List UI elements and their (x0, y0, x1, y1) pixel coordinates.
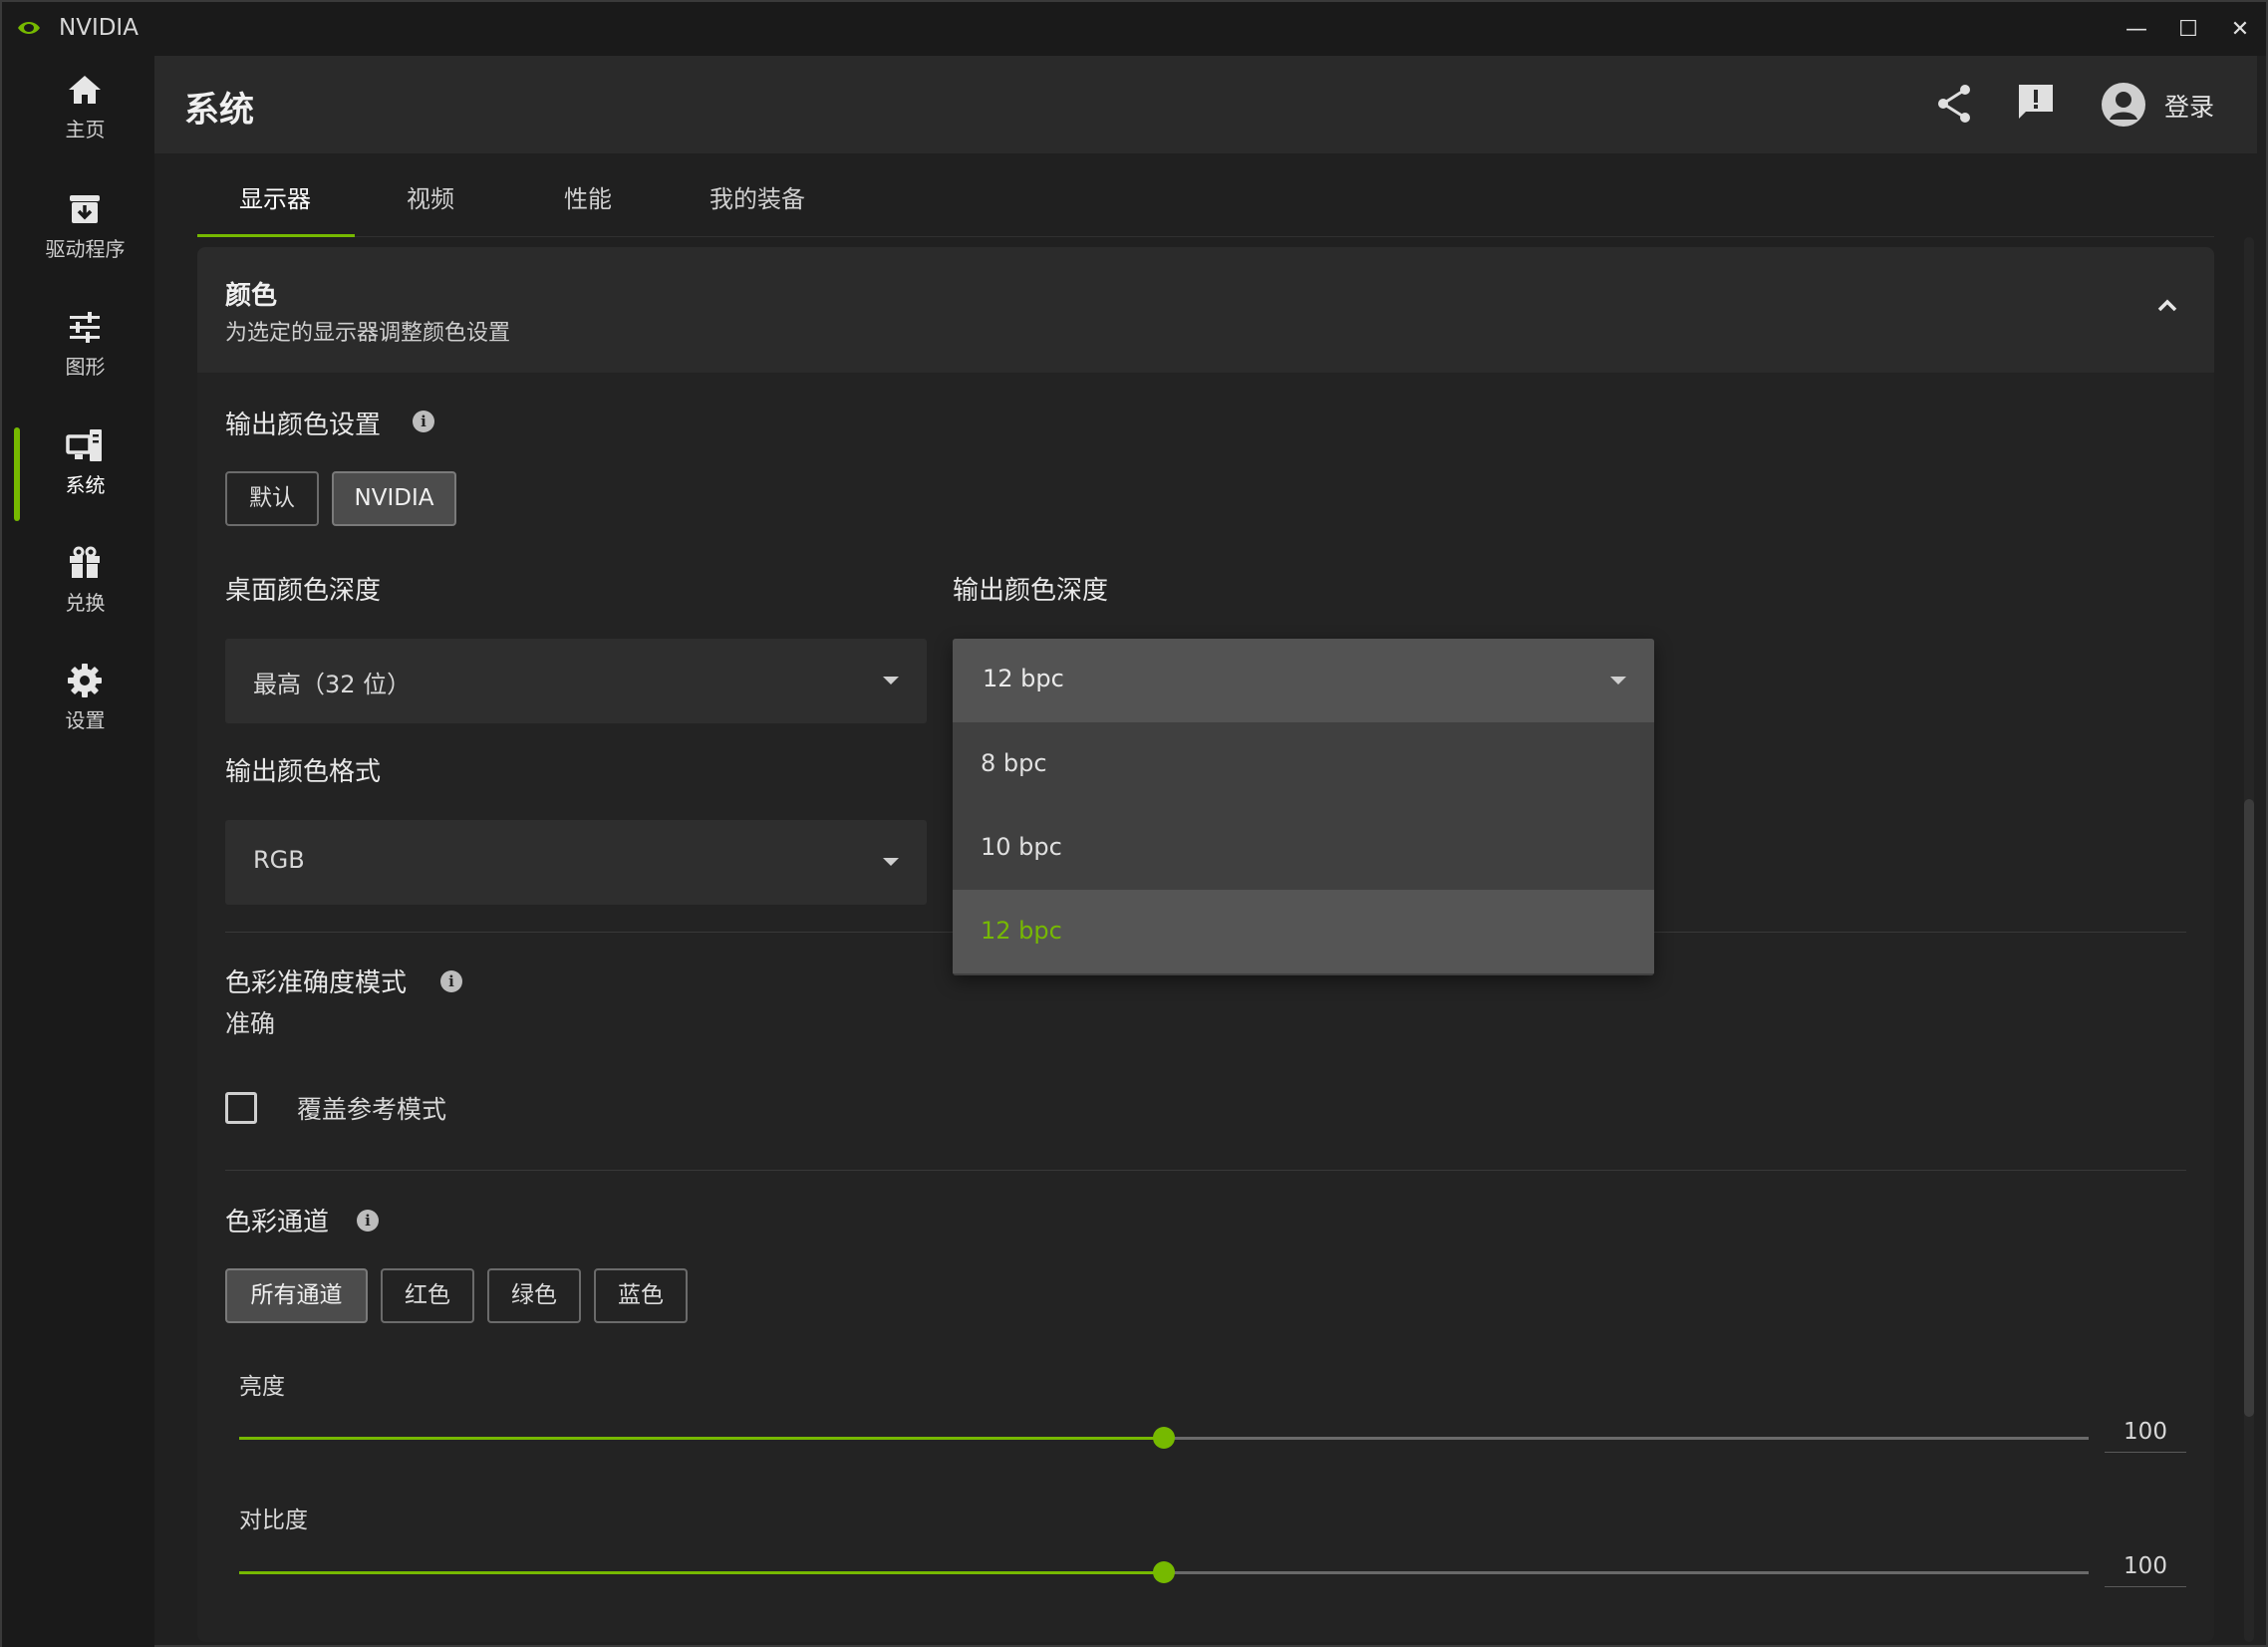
select-value: 12 bpc (983, 665, 1064, 692)
nvidia-logo-icon (18, 22, 40, 34)
active-tab-underline (197, 234, 355, 237)
title-bar: NVIDIA — ☐ ✕ (2, 2, 2266, 56)
divider (225, 1170, 2186, 1171)
color-panel: 颜色 为选定的显示器调整颜色设置 输出颜色设置 i 默认 NVIDIA 桌面颜色… (197, 247, 2214, 1642)
channel-red-button[interactable]: 红色 (381, 1268, 474, 1323)
output-color-nvidia-button[interactable]: NVIDIA (332, 471, 456, 526)
dropdown-option-8bpc[interactable]: 8 bpc (953, 722, 1654, 806)
color-accuracy-value: 准确 (225, 1009, 276, 1038)
sidebar-item-label: 驱动程序 (45, 237, 126, 261)
sidebar-item-system[interactable]: 系统 (2, 412, 154, 521)
tab-display[interactable]: 显示器 (239, 179, 311, 214)
maximize-button[interactable]: ☐ (2166, 10, 2210, 50)
gear-icon (68, 664, 102, 697)
option-label: 8 bpc (981, 749, 1047, 777)
feedback-icon[interactable] (2016, 82, 2056, 122)
dropdown-option-10bpc[interactable]: 10 bpc (953, 806, 1654, 890)
driver-download-icon (70, 195, 100, 223)
sidebar-item-label: 图形 (65, 355, 106, 379)
app-title: NVIDIA (59, 15, 139, 41)
slider-fill (239, 1571, 1164, 1574)
color-channel-label: 色彩通道 (225, 1208, 330, 1237)
chevron-up-icon[interactable] (2156, 297, 2178, 313)
dropdown-caret-icon (883, 677, 899, 685)
sidebar-item-label: 设置 (65, 708, 106, 732)
desktop-color-depth-select[interactable]: 最高（32 位） (225, 639, 927, 723)
channel-blue-button[interactable]: 蓝色 (594, 1268, 688, 1323)
sidebar-item-home[interactable]: 主页 (2, 56, 154, 163)
close-button[interactable]: ✕ (2218, 10, 2262, 50)
info-icon[interactable]: i (357, 1210, 379, 1232)
override-reference-label[interactable]: 覆盖参考模式 (297, 1090, 446, 1126)
home-icon (69, 76, 101, 104)
brightness-slider[interactable] (239, 1427, 2089, 1449)
sidebar-item-redeem[interactable]: 兑换 (2, 529, 154, 637)
output-color-depth-select[interactable]: 12 bpc (953, 639, 1654, 722)
output-color-format-label: 输出颜色格式 (225, 757, 382, 787)
output-color-depth-label: 输出颜色深度 (953, 576, 1109, 606)
tab-my-rig[interactable]: 我的装备 (709, 179, 805, 214)
panel-subtitle: 为选定的显示器调整颜色设置 (225, 321, 511, 346)
scrollbar-thumb[interactable] (2244, 799, 2254, 1417)
output-color-depth-dropdown[interactable]: 12 bpc 8 bpc 10 bpc 12 bpc (953, 639, 1654, 975)
sidebar-item-settings[interactable]: 设置 (2, 647, 154, 754)
contrast-slider[interactable] (239, 1561, 2089, 1583)
tab-performance[interactable]: 性能 (564, 179, 612, 214)
panel-title: 颜色 (225, 281, 278, 311)
select-value: 最高（32 位） (253, 671, 412, 698)
share-icon[interactable] (1935, 82, 1975, 126)
app-window: NVIDIA — ☐ ✕ 主页 驱动程序 图形 系统 兑换 设置 系统 登录 显… (0, 0, 2268, 1647)
page-title: 系统 (184, 91, 255, 131)
brightness-label: 亮度 (239, 1374, 285, 1400)
sliders-icon (70, 312, 100, 343)
info-icon[interactable]: i (413, 411, 434, 432)
sidebar: 主页 驱动程序 图形 系统 兑换 设置 (2, 56, 154, 1647)
sidebar-item-label: 系统 (65, 473, 106, 497)
select-value: RGB (253, 846, 305, 874)
channel-green-button[interactable]: 绿色 (487, 1268, 581, 1323)
sidebar-item-graphics[interactable]: 图形 (2, 293, 154, 401)
slider-thumb[interactable] (1153, 1561, 1175, 1583)
dropdown-caret-icon (883, 858, 899, 866)
channel-all-button[interactable]: 所有通道 (225, 1268, 368, 1323)
sidebar-item-label: 主页 (65, 118, 106, 141)
sidebar-item-label: 兑换 (65, 591, 106, 615)
option-label: 12 bpc (981, 917, 1062, 945)
slider-thumb[interactable] (1153, 1427, 1175, 1449)
sidebar-item-drivers[interactable]: 驱动程序 (2, 175, 154, 283)
option-label: 10 bpc (981, 833, 1062, 861)
tab-video[interactable]: 视频 (407, 179, 454, 214)
page-header: 系统 登录 (154, 56, 2257, 153)
gift-icon (70, 546, 100, 578)
output-color-default-button[interactable]: 默认 (225, 471, 319, 526)
info-icon[interactable]: i (440, 970, 462, 992)
output-color-settings-label: 输出颜色设置 (225, 411, 382, 440)
output-color-format-select[interactable]: RGB (225, 820, 927, 905)
tab-bar: 显示器 视频 性能 我的装备 (197, 153, 2214, 237)
color-accuracy-label: 色彩准确度模式 (225, 968, 408, 998)
slider-fill (239, 1437, 1164, 1440)
panel-header[interactable]: 颜色 为选定的显示器调整颜色设置 (197, 247, 2214, 373)
contrast-value-input[interactable]: 100 (2105, 1547, 2186, 1587)
override-reference-checkbox[interactable] (225, 1092, 257, 1124)
contrast-label: 对比度 (239, 1508, 308, 1533)
desktop-color-depth-label: 桌面颜色深度 (225, 576, 382, 606)
dropdown-caret-icon (1610, 677, 1626, 685)
minimize-button[interactable]: — (2115, 10, 2158, 50)
login-link[interactable]: 登录 (2164, 88, 2214, 124)
system-monitor-icon (66, 429, 102, 461)
brightness-value-input[interactable]: 100 (2105, 1413, 2186, 1453)
avatar[interactable] (2101, 82, 2146, 128)
dropdown-option-12bpc[interactable]: 12 bpc (953, 890, 1654, 973)
